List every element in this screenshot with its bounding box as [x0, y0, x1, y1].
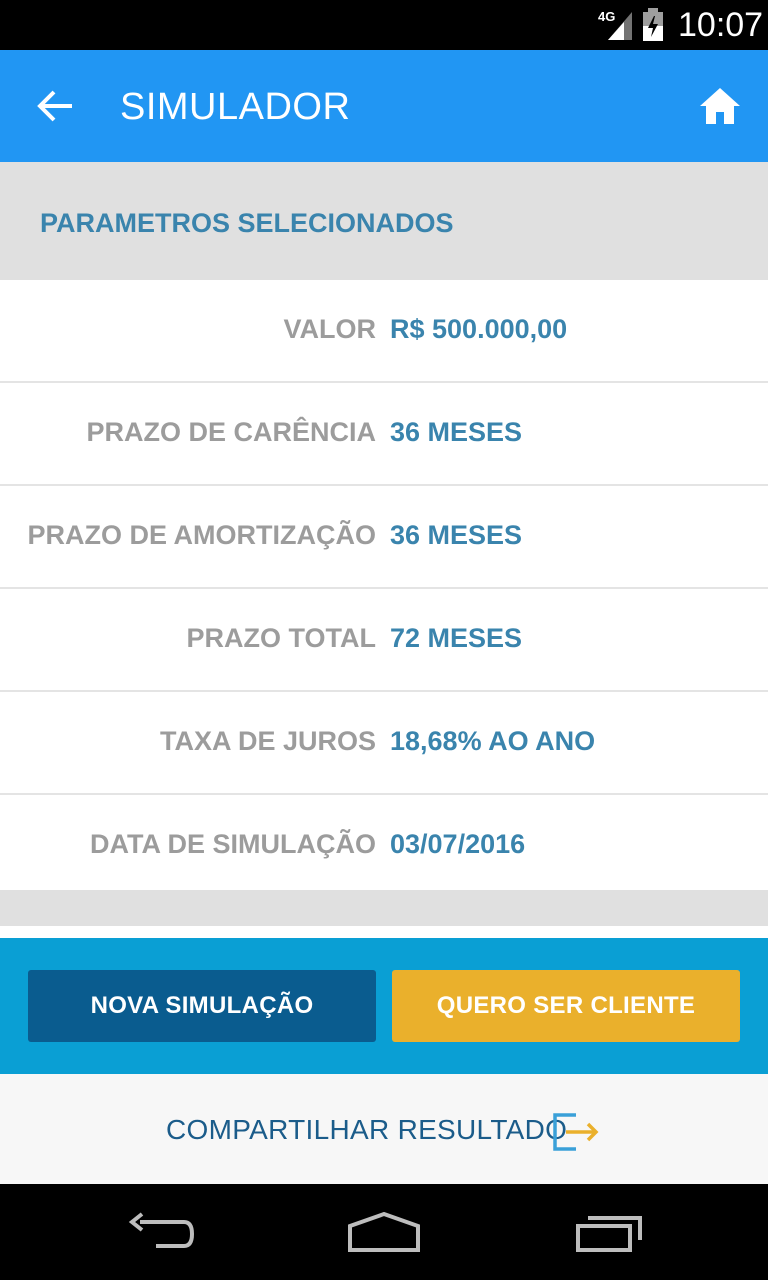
- param-value: 18,68% AO ANO: [390, 726, 596, 756]
- param-label: TAXA DE JUROS: [159, 726, 376, 756]
- become-client-button[interactable]: QUERO SER CLIENTE: [392, 970, 740, 1042]
- divider: [0, 890, 768, 926]
- param-label: VALOR: [283, 314, 377, 344]
- param-value: 03/07/2016: [390, 829, 526, 859]
- param-row-taxa-juros: TAXA DE JUROS 18,68% AO ANO: [0, 692, 768, 795]
- new-simulation-button[interactable]: NOVA SIMULAÇÃO: [28, 970, 376, 1042]
- clock: 10:07: [678, 6, 764, 44]
- param-label: PRAZO DE CARÊNCIA: [86, 417, 376, 447]
- share-label: COMPARTILHAR RESULTADO: [166, 1114, 568, 1145]
- param-label: PRAZO DE AMORTIZAÇÃO: [27, 520, 376, 550]
- share-exit-icon: [553, 1113, 599, 1151]
- battery-icon: [643, 8, 663, 41]
- section-title: PARAMETROS SELECIONADOS: [40, 208, 454, 238]
- status-bar: 4G 10:07: [0, 0, 768, 50]
- param-value: R$ 500.000,00: [390, 314, 568, 344]
- param-value: 72 MESES: [390, 623, 523, 653]
- nav-recents-icon[interactable]: [574, 1212, 646, 1254]
- params-list: VALOR R$ 500.000,00 PRAZO DE CARÊNCIA 36…: [0, 280, 768, 897]
- system-nav-bar: [0, 1184, 768, 1280]
- action-bar: NOVA SIMULAÇÃO QUERO SER CLIENTE: [0, 938, 768, 1074]
- param-value: 36 MESES: [390, 417, 523, 447]
- param-row-amortizacao: PRAZO DE AMORTIZAÇÃO 36 MESES: [0, 486, 768, 589]
- param-label: PRAZO TOTAL: [186, 623, 377, 653]
- param-label: DATA DE SIMULAÇÃO: [90, 829, 376, 859]
- arrow-left-icon[interactable]: [36, 86, 76, 126]
- home-icon[interactable]: [698, 86, 742, 126]
- signal-icon: [608, 12, 632, 40]
- param-value: 36 MESES: [390, 520, 523, 550]
- nav-home-icon[interactable]: [346, 1212, 422, 1254]
- param-row-data-simulacao: DATA DE SIMULAÇÃO 03/07/2016: [0, 795, 768, 897]
- param-row-carencia: PRAZO DE CARÊNCIA 36 MESES: [0, 383, 768, 486]
- app-bar: SIMULADOR: [0, 50, 768, 162]
- section-header: PARAMETROS SELECIONADOS: [0, 162, 768, 280]
- param-row-valor: VALOR R$ 500.000,00: [0, 280, 768, 383]
- share-result-button[interactable]: COMPARTILHAR RESULTADO: [0, 1074, 768, 1184]
- page-title: SIMULADOR: [120, 86, 351, 128]
- nav-back-icon[interactable]: [126, 1212, 196, 1252]
- param-row-prazo-total: PRAZO TOTAL 72 MESES: [0, 589, 768, 692]
